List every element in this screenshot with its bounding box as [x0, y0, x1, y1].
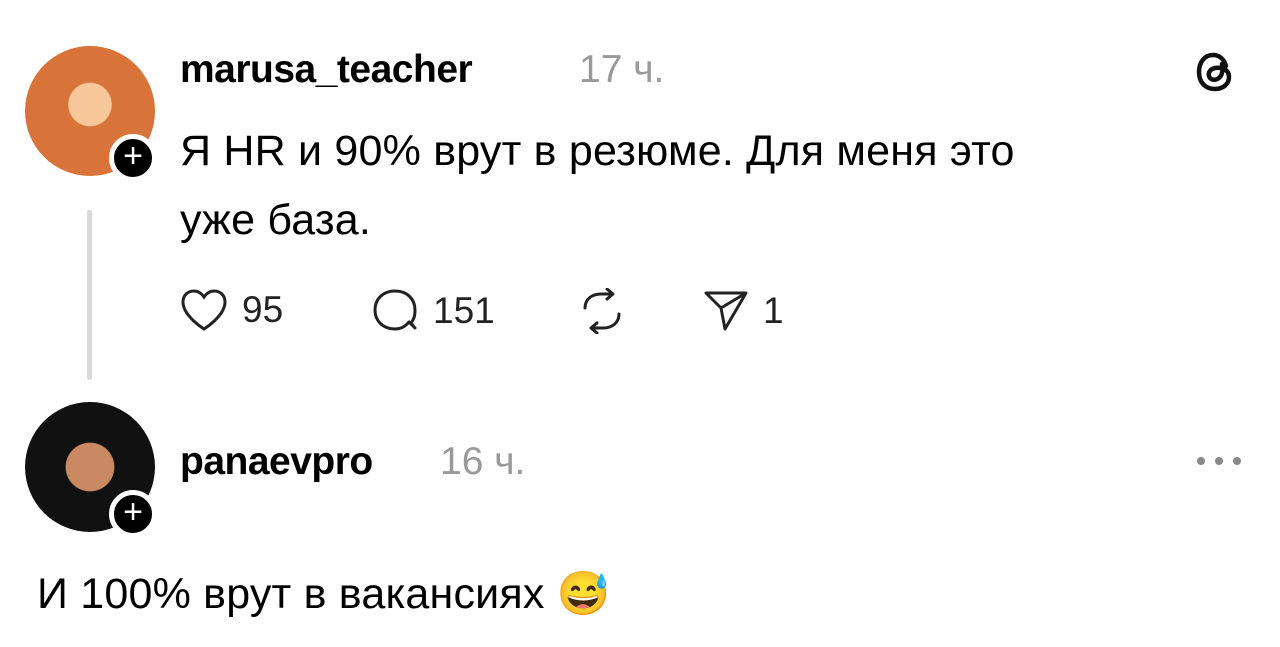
- reply-username[interactable]: panaevpro: [180, 440, 373, 484]
- reply-text: И 100% врут в вакансиях 😅: [37, 560, 611, 629]
- post-time: 17 ч.: [579, 48, 665, 91]
- repost-icon: [577, 288, 627, 334]
- repost-button[interactable]: [577, 288, 627, 334]
- heart-icon: [180, 288, 228, 332]
- like-button[interactable]: 95: [180, 288, 283, 332]
- comment-icon: [371, 288, 419, 334]
- like-count: 95: [242, 289, 284, 330]
- thread-line: [87, 210, 92, 380]
- reply-time: 16 ч.: [440, 440, 526, 483]
- send-button[interactable]: 1: [703, 288, 784, 334]
- post-username[interactable]: marusa_teacher: [180, 48, 473, 92]
- share-count: 1: [763, 290, 784, 331]
- reply-text-body: И 100% врут в вакансиях: [37, 570, 545, 618]
- reply-button[interactable]: 151: [371, 288, 495, 334]
- reply-count: 151: [433, 290, 495, 331]
- follow-plus-icon[interactable]: +: [109, 490, 157, 538]
- sweat-smile-emoji-icon: 😅: [556, 570, 611, 618]
- post-text-line-2: уже база.: [180, 196, 372, 244]
- follow-plus-icon[interactable]: +: [109, 134, 157, 182]
- threads-logo-icon[interactable]: [1195, 49, 1237, 100]
- more-icon[interactable]: [1195, 454, 1243, 472]
- post-text-line-1: Я HR и 90% врут в резюме. Для меня это: [180, 127, 1015, 175]
- send-icon: [703, 288, 749, 334]
